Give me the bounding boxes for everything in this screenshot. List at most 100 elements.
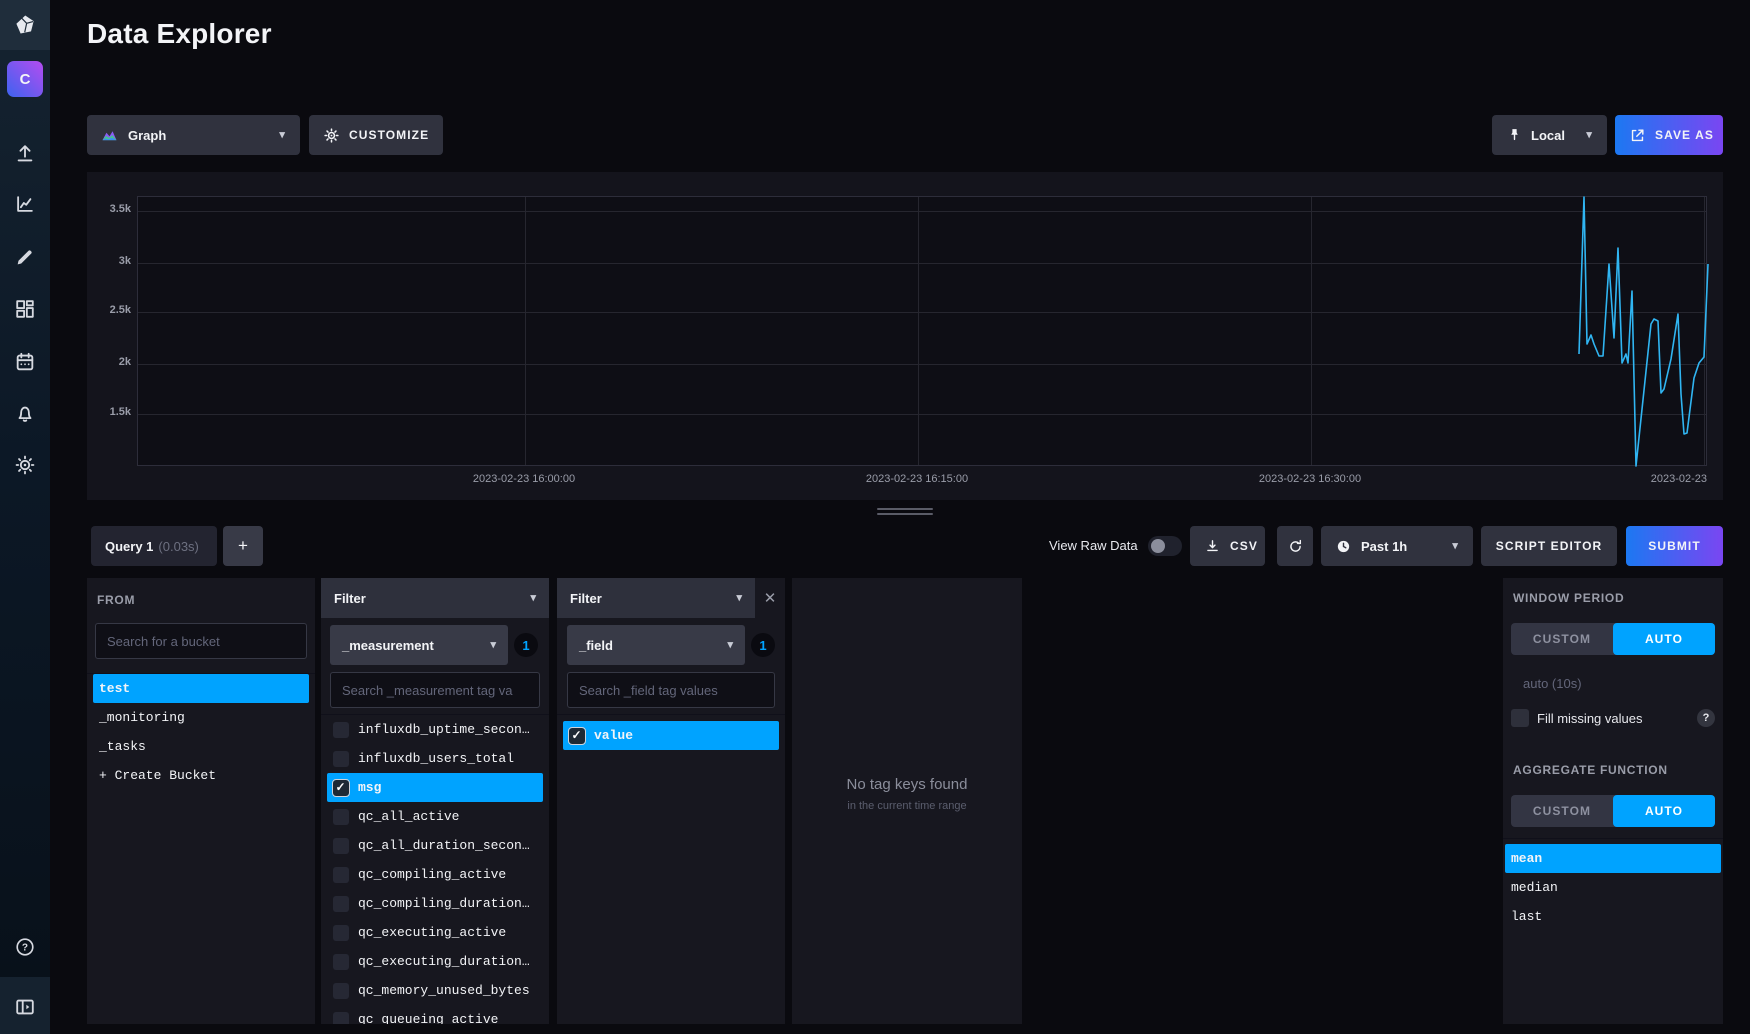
- aggregate-custom-button[interactable]: CUSTOM: [1511, 795, 1613, 827]
- fill-missing-checkbox[interactable]: [1511, 709, 1529, 727]
- save-as-button[interactable]: SAVE AS: [1615, 115, 1723, 155]
- checkbox[interactable]: [333, 867, 349, 883]
- measurement-row[interactable]: msg: [327, 773, 543, 802]
- view-type-label: Graph: [128, 128, 166, 143]
- tag-key-label: _field: [579, 638, 613, 653]
- measurement-row[interactable]: qc_all_active: [327, 802, 543, 831]
- measurement-row[interactable]: influxdb_users_total: [327, 744, 543, 773]
- checkbox[interactable]: [333, 954, 349, 970]
- measurement-row[interactable]: qc_compiling_duration…: [327, 889, 543, 918]
- bucket-row[interactable]: _tasks: [93, 732, 309, 761]
- x-tick: 2023-02-23 16:30:00: [1259, 473, 1361, 485]
- tag-key-dropdown[interactable]: _field: [567, 625, 745, 665]
- measurement-row[interactable]: qc_executing_active: [327, 918, 543, 947]
- csv-button[interactable]: CSV: [1190, 526, 1265, 566]
- measurement-name: influxdb_users_total: [358, 751, 514, 766]
- customize-button[interactable]: CUSTOMIZE: [309, 115, 443, 155]
- user-avatar[interactable]: C: [7, 61, 43, 97]
- query-tab[interactable]: Query 1 (0.03s): [91, 526, 217, 566]
- plot-area[interactable]: [137, 196, 1707, 466]
- checkbox[interactable]: [333, 1012, 349, 1025]
- checkbox[interactable]: [333, 925, 349, 941]
- checkbox[interactable]: [333, 809, 349, 825]
- chart-panel: 3.5k 3k 2.5k 2k 1.5k 2023-02-23 16:00:00…: [87, 172, 1723, 500]
- measurement-row[interactable]: influxdb_uptime_secon…: [327, 715, 543, 744]
- measurement-row[interactable]: qc_executing_duration…: [327, 947, 543, 976]
- measurement-row[interactable]: qc_memory_unused_bytes: [327, 976, 543, 1005]
- aggregate-function-row[interactable]: median: [1505, 873, 1721, 902]
- aggregate-auto-button[interactable]: AUTO: [1613, 795, 1715, 827]
- script-editor-button[interactable]: SCRIPT EDITOR: [1481, 526, 1617, 566]
- svg-text:?: ?: [22, 943, 28, 954]
- resize-drag-handle[interactable]: [877, 508, 933, 516]
- alerts-bell-icon[interactable]: [0, 399, 50, 429]
- bucket-search: [95, 623, 307, 659]
- graph-type-icon: [101, 127, 118, 144]
- help-icon[interactable]: ?: [0, 932, 50, 962]
- refresh-button[interactable]: [1277, 526, 1313, 566]
- tag-key-dropdown[interactable]: _measurement: [330, 625, 508, 665]
- aggregate-function-row[interactable]: mean: [1505, 844, 1721, 873]
- y-tick: 1.5k: [87, 406, 131, 418]
- export-icon: [1629, 127, 1646, 144]
- dashboards-grid-icon[interactable]: [0, 294, 50, 324]
- refresh-icon: [1287, 538, 1304, 555]
- y-tick: 3.5k: [87, 203, 131, 215]
- filter-type-label: Filter: [334, 591, 366, 606]
- checkbox[interactable]: [333, 780, 349, 796]
- measurement-row[interactable]: qc_queueing_active: [327, 1005, 543, 1024]
- settings-gear-icon[interactable]: [0, 450, 50, 480]
- page-title: Data Explorer: [87, 18, 272, 50]
- filter-type-dropdown[interactable]: Filter: [321, 578, 549, 618]
- checkbox[interactable]: [333, 983, 349, 999]
- field-row[interactable]: value: [563, 721, 779, 750]
- close-icon[interactable]: [761, 589, 779, 607]
- aggregate-function-list: mean median last: [1503, 838, 1723, 1024]
- tasks-calendar-icon[interactable]: [0, 347, 50, 377]
- local-dropdown[interactable]: Local: [1492, 115, 1607, 155]
- tag-key-label: _measurement: [342, 638, 434, 653]
- empty-tag-keys-panel: No tag keys found in the current time ra…: [792, 578, 1022, 1024]
- measurement-row[interactable]: qc_compiling_active: [327, 860, 543, 889]
- aggregate-function-header: AGGREGATE FUNCTION: [1513, 763, 1668, 777]
- window-custom-button[interactable]: CUSTOM: [1511, 623, 1613, 655]
- help-badge[interactable]: ?: [1697, 709, 1715, 727]
- script-editor-label: SCRIPT EDITOR: [1496, 539, 1603, 553]
- checkbox[interactable]: [333, 751, 349, 767]
- expand-sidebar-icon[interactable]: [0, 992, 50, 1022]
- bucket-list: test _monitoring _tasks + Create Bucket: [87, 673, 315, 1024]
- aggregate-function-name: mean: [1511, 851, 1542, 866]
- checkbox[interactable]: [333, 838, 349, 854]
- bucket-row[interactable]: test: [93, 674, 309, 703]
- checkbox[interactable]: [333, 722, 349, 738]
- submit-button[interactable]: SUBMIT: [1626, 526, 1723, 566]
- field-search-input[interactable]: [568, 673, 774, 707]
- bucket-row[interactable]: _monitoring: [93, 703, 309, 732]
- bucket-name: _tasks: [99, 739, 146, 754]
- checkbox[interactable]: [333, 896, 349, 912]
- window-auto-button[interactable]: AUTO: [1613, 623, 1715, 655]
- y-tick: 2k: [87, 356, 131, 368]
- data-explorer-graph-icon[interactable]: [0, 189, 50, 219]
- notebooks-pencil-icon[interactable]: [0, 242, 50, 272]
- chevron-down-icon: [1586, 130, 1593, 141]
- view-type-dropdown[interactable]: Graph: [87, 115, 300, 155]
- influxdb-logo-icon[interactable]: [0, 0, 50, 50]
- time-range-dropdown[interactable]: Past 1h: [1321, 526, 1473, 566]
- checkbox[interactable]: [569, 728, 585, 744]
- measurement-row[interactable]: qc_all_duration_secon…: [327, 831, 543, 860]
- query-tab-duration: (0.03s): [158, 539, 198, 554]
- upload-icon[interactable]: [0, 139, 50, 169]
- measurement-search-input[interactable]: [331, 673, 539, 707]
- window-period-header: WINDOW PERIOD: [1513, 591, 1624, 605]
- add-query-button[interactable]: +: [223, 526, 263, 566]
- field-filter-panel: Filter _field 1 value: [557, 578, 785, 1024]
- aggregate-function-row[interactable]: last: [1505, 902, 1721, 931]
- filter-type-dropdown[interactable]: Filter: [557, 578, 755, 618]
- measurement-name: qc_executing_active: [358, 925, 506, 940]
- bucket-search-input[interactable]: [96, 624, 306, 658]
- view-raw-data-toggle[interactable]: [1148, 536, 1182, 556]
- x-tick: 2023-02-23 16:00:00: [473, 473, 575, 485]
- measurement-list: influxdb_uptime_secon… influxdb_users_to…: [321, 714, 549, 1024]
- bucket-row[interactable]: + Create Bucket: [93, 761, 309, 790]
